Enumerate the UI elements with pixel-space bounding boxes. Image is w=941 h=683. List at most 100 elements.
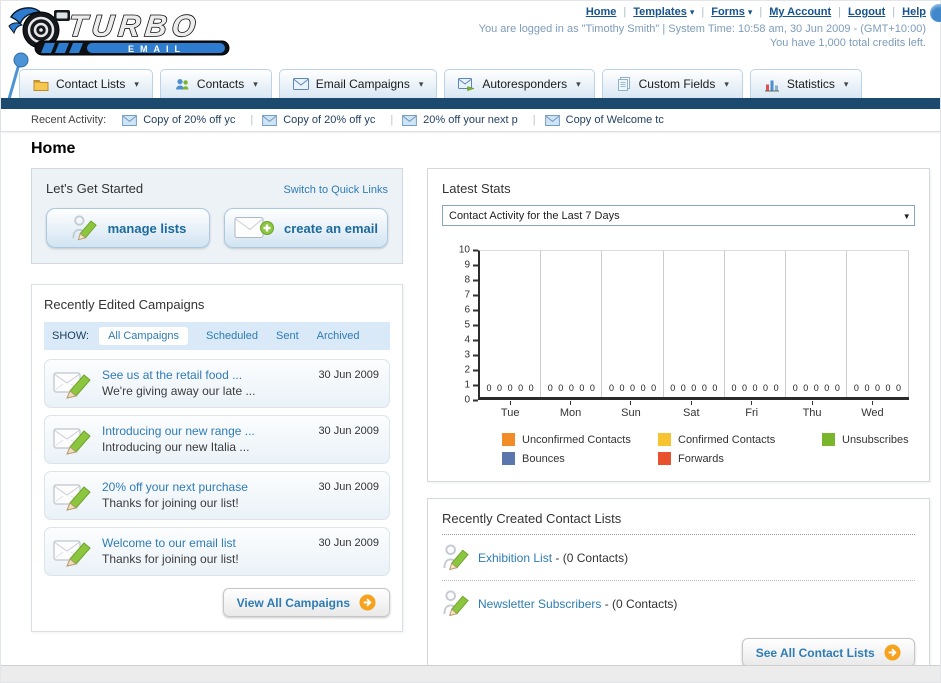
legend-item: Bounces [502,452,658,465]
campaign-list-item[interactable]: Welcome to our email list Thanks for joi… [44,527,390,576]
see-all-contact-lists-button[interactable]: See All Contact Lists [741,638,915,665]
login-status: You are logged in as "Timothy Smith" | S… [479,22,926,50]
envelope-icon [122,114,138,126]
get-started-button[interactable]: manage lists [46,208,210,248]
campaign-list-item[interactable]: See us at the retail food ... We're givi… [44,359,390,408]
recent-activity-item[interactable]: Copy of Welcome tc [544,114,664,126]
x-axis-label: Thu [782,400,842,419]
view-all-campaigns-button[interactable]: View All Campaigns [222,588,390,617]
nav-tab[interactable]: Email Campaigns [278,69,438,98]
main-navigation: Contact Lists Contacts Email Campaigns A… [19,69,863,98]
nav-tab-label: Contacts [196,77,245,91]
legend-label: Unconfirmed Contacts [522,433,631,446]
show-label: SHOW: [52,330,90,342]
campaign-list-item[interactable]: 20% off your next purchase Thanks for jo… [44,471,390,520]
header-link-anchor[interactable]: Home [586,6,617,18]
latest-stats-panel: Latest Stats Contact Activity for the La… [427,168,930,482]
chart-value-label: 0 [518,383,524,393]
nav-tab-label: Autoresponders [482,77,568,91]
recent-activity-item[interactable]: 20% off your next p [402,114,544,126]
y-tick-label: 4 [464,335,478,346]
nav-tab[interactable]: Contact Lists [19,69,153,98]
contact-list-link[interactable]: Exhibition List [478,551,552,565]
contact-list-link[interactable]: Newsletter Subscribers [478,597,601,611]
campaign-title-link[interactable]: 20% off your next purchase [102,479,309,495]
contact-list-item[interactable]: Exhibition List - (0 Contacts) [442,535,915,581]
autoresponder-icon [458,77,476,91]
recent-activity-item-label: Copy of 20% off yc [283,114,376,126]
y-tick-label: 9 [464,260,478,271]
latest-stats-title: Latest Stats [442,181,511,196]
header-link-anchor[interactable]: Help [902,6,926,18]
campaign-list-item[interactable]: Introducing our new range ... Introducin… [44,415,390,464]
chart-value-label: 0 [568,383,574,393]
x-axis-label: Sun [601,400,661,419]
contact-list-item[interactable]: Newsletter Subscribers - (0 Contacts) [442,581,915,626]
turbo-email-logo[interactable]: TURBO EMAIL [7,3,242,61]
campaign-filter-tab[interactable]: All Campaigns [99,327,188,345]
get-started-button[interactable]: create an email [224,208,388,248]
y-tick-label: 5 [464,320,478,331]
chart-day-column: 00000 [725,251,787,397]
campaign-title-link[interactable]: Introducing our new range ... [102,423,309,439]
folder-icon [33,77,49,91]
nav-tab[interactable]: Autoresponders [444,69,595,98]
nav-tab[interactable]: Contacts [159,69,272,98]
chart-value-label: 0 [547,383,553,393]
recent-activity-item[interactable]: Copy of 20% off yc [122,114,262,126]
campaign-subtitle: Thanks for joining our list! [102,496,239,510]
stats-period-select[interactable]: Contact Activity for the Last 7 Days [442,205,915,226]
x-axis-label: Wed [842,400,902,419]
contacts-icon [174,77,190,92]
header-link: Logout [848,6,902,18]
nav-tab[interactable]: Custom Fields [601,69,743,98]
chart-value-label: 0 [497,383,503,393]
envelope-icon [262,114,278,126]
chart-value-label: 0 [608,383,614,393]
campaign-edit-icon [53,481,93,511]
campaign-filter-tab[interactable]: Scheduled [206,330,258,342]
campaign-title-link[interactable]: See us at the retail food ... [102,367,309,383]
recent-activity-bar: Recent Activity: Copy of 20% off yc Copy… [1,109,940,132]
chart-day-column: 00000 [541,251,603,397]
campaign-date: 30 Jun 2009 [318,425,379,437]
legend-swatch [502,452,515,465]
list-edit-icon [442,589,469,618]
campaign-filter-tab[interactable]: Archived [317,330,360,342]
chart-value-label: 0 [853,383,859,393]
chart-day-column: 00000 [602,251,664,397]
campaign-title-link[interactable]: Welcome to our email list [102,535,309,551]
legend-swatch [822,433,835,446]
header-link-anchor[interactable]: Forms [711,6,745,18]
chart-value-label: 0 [824,383,830,393]
header-link: Forms [711,6,769,18]
y-tick-label: 0 [464,395,478,406]
logo-title: TURBO [67,10,202,43]
chart-value-label: 0 [763,383,769,393]
recent-activity-item-label: Copy of 20% off yc [143,114,236,126]
get-started-button-label: create an email [284,220,378,236]
header-link: Home [586,6,633,18]
nav-tab-label: Contact Lists [56,77,126,91]
help-bubble-icon[interactable] [930,4,941,22]
chart-value-label: 0 [670,383,676,393]
campaign-edit-icon [53,537,93,567]
chart-value-label: 0 [651,383,657,393]
main-content: Home Let's Get Started Switch to Quick L… [1,132,940,665]
nav-tab[interactable]: Statistics [749,69,863,98]
dropdown-arrow-icon [690,7,695,18]
get-started-button-label: manage lists [107,220,187,236]
header-link-anchor[interactable]: Logout [848,6,885,18]
switch-quick-links[interactable]: Switch to Quick Links [283,184,388,196]
campaign-filters: All Campaigns Scheduled Sent Archived [99,327,359,345]
recent-activity-item[interactable]: Copy of 20% off yc [262,114,402,126]
y-tick-label: 7 [464,290,478,301]
manage-lists-icon [70,214,98,242]
status-line-1: You are logged in as "Timothy Smith" | S… [478,23,926,35]
select-dropdown-arrow-icon [903,210,911,222]
recent-activity-item-label: Copy of Welcome tc [565,114,664,126]
dropdown-arrow-icon [748,7,753,18]
campaign-filter-tab[interactable]: Sent [276,330,299,342]
header-link-anchor[interactable]: Templates [633,6,687,18]
header-link-anchor[interactable]: My Account [769,6,831,18]
